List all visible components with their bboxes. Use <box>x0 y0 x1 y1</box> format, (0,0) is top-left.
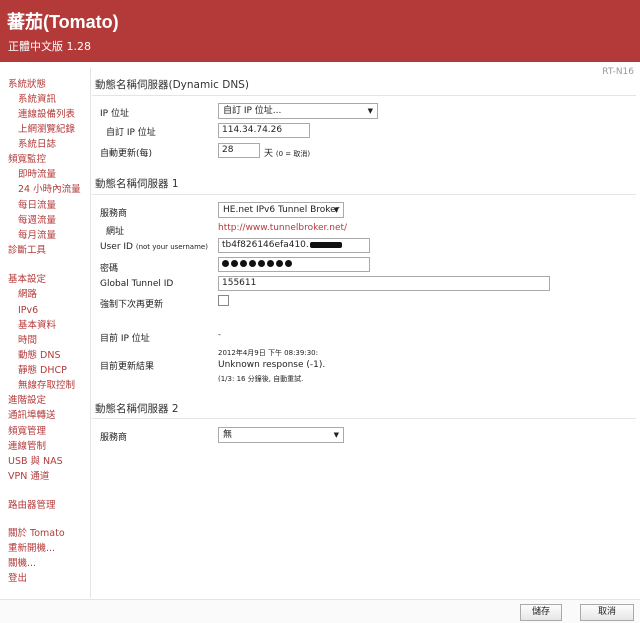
sidebar-item-wireless-filter[interactable]: 無線存取控制 <box>18 379 75 392</box>
sidebar-item-access-restriction[interactable]: 連線管制 <box>8 440 46 453</box>
sidebar-item-static-dhcp[interactable]: 靜態 DHCP <box>18 364 67 377</box>
server1-section-title: 動態名稱伺服器 1 <box>95 178 179 190</box>
sidebar-item-vpn[interactable]: VPN 通道 <box>8 470 49 483</box>
section-divider <box>92 418 636 419</box>
password-label: 密碼 <box>100 264 119 274</box>
last-result-label: 目前更新結果 <box>100 362 155 372</box>
user-id-hint: (not your username) <box>135 243 208 251</box>
auto-update-unit: 天 (0 = 取消) <box>264 146 310 159</box>
ddns-section-title: 動態名稱伺服器(Dynamic DNS) <box>95 79 249 91</box>
password-dot <box>285 260 292 267</box>
ip-address-label: IP 位址 <box>100 109 129 119</box>
password-dot <box>222 260 229 267</box>
provider2-select-value: 無 <box>223 430 233 440</box>
last-result-message: Unknown response (-1). <box>218 360 326 370</box>
force-update-checkbox[interactable] <box>218 295 229 306</box>
user-id-input[interactable]: tb4f826146efa410. <box>218 238 370 253</box>
save-button[interactable]: 儲存 <box>520 604 562 621</box>
app-version: 正體中文版 1.28 <box>8 40 91 53</box>
footer: 儲存 取消 <box>0 599 640 623</box>
force-update-label: 強制下次再更新 <box>100 300 164 310</box>
provider-select[interactable]: HE.net IPv6 Tunnel Broker ▼ <box>218 202 344 218</box>
sidebar-item-ddns[interactable]: 動態 DNS <box>18 349 60 362</box>
chevron-down-icon: ▼ <box>367 107 373 115</box>
sidebar-item-qos[interactable]: 頻寬管理 <box>8 425 46 438</box>
current-ip-value: - <box>218 330 221 339</box>
sidebar-item-web-history[interactable]: 上網瀏覽紀錄 <box>18 123 75 136</box>
sidebar-item-admin[interactable]: 路由器管理 <box>8 499 56 512</box>
server2-section-title: 動態名稱伺服器 2 <box>95 403 179 415</box>
ip-address-select-value: 自訂 IP 位址... <box>223 106 282 116</box>
auto-update-unit-text: 天 <box>264 149 274 159</box>
custom-ip-input[interactable]: 114.34.74.26 <box>218 123 310 138</box>
sidebar-item-about[interactable]: 關於 Tomato <box>8 527 65 540</box>
sidebar-item-usb-nas[interactable]: USB 與 NAS <box>8 455 63 468</box>
sidebar-item-device-list[interactable]: 連線設備列表 <box>18 108 75 121</box>
auto-update-input[interactable]: 28 <box>218 143 260 158</box>
sidebar-item-weekly[interactable]: 每週流量 <box>18 214 56 227</box>
header: 蕃茄(Tomato) 正體中文版 1.28 <box>0 0 640 62</box>
sidebar-item-logout[interactable]: 登出 <box>8 572 27 585</box>
password-dot <box>276 260 283 267</box>
provider-url-link[interactable]: http://www.tunnelbroker.net/ <box>218 223 347 233</box>
sidebar-item-daily[interactable]: 每日流量 <box>18 199 56 212</box>
password-dot <box>249 260 256 267</box>
provider-label: 服務商 <box>100 209 128 219</box>
auto-update-hint: (0 = 取消) <box>275 150 311 158</box>
custom-ip-label: 自訂 IP 位址 <box>106 128 156 138</box>
sidebar-item-bandwidth[interactable]: 頻寬監控 <box>8 153 46 166</box>
sidebar-item-reboot[interactable]: 重新開機... <box>8 542 55 555</box>
sidebar-item-tools[interactable]: 診斷工具 <box>8 244 46 257</box>
tunnel-id-input[interactable]: 155611 <box>218 276 550 291</box>
sidebar-item-system-log[interactable]: 系統日誌 <box>18 138 56 151</box>
sidebar-item-realtime[interactable]: 即時流量 <box>18 168 56 181</box>
provider-select-value: HE.net IPv6 Tunnel Broker <box>223 205 340 215</box>
section-divider <box>92 194 636 195</box>
user-id-value: tb4f826146efa410. <box>222 240 309 250</box>
sidebar-item-system-info[interactable]: 系統資訊 <box>18 93 56 106</box>
user-id-label-text: User ID <box>100 242 133 252</box>
app-title: 蕃茄(Tomato) <box>7 12 119 32</box>
chevron-down-icon: ▼ <box>333 206 339 214</box>
cancel-button[interactable]: 取消 <box>580 604 634 621</box>
sidebar-item-monthly[interactable]: 每月流量 <box>18 229 56 242</box>
sidebar-item-port-forwarding[interactable]: 通訊埠轉送 <box>8 409 56 422</box>
password-dot <box>231 260 238 267</box>
sidebar: 系統狀態 系統資訊 連線設備列表 上網瀏覽紀錄 系統日誌 頻寬監控 即時流量 2… <box>0 68 91 598</box>
ip-address-select[interactable]: 自訂 IP 位址... ▼ <box>218 103 378 119</box>
sidebar-item-24h[interactable]: 24 小時內流量 <box>18 183 81 196</box>
tunnel-id-label: Global Tunnel ID <box>100 279 174 289</box>
last-result-note: (1/3: 16 分鐘後, 自動重試. <box>218 375 304 383</box>
password-dot <box>240 260 247 267</box>
chevron-down-icon: ▼ <box>333 431 339 439</box>
url-label: 網址 <box>106 227 125 237</box>
sidebar-item-ipv6[interactable]: IPv6 <box>18 304 38 317</box>
password-dot <box>258 260 265 267</box>
sidebar-item-shutdown[interactable]: 關機... <box>8 557 36 570</box>
current-ip-label: 目前 IP 位址 <box>100 334 150 344</box>
sidebar-item-advanced[interactable]: 進階設定 <box>8 394 46 407</box>
sidebar-item-network[interactable]: 網路 <box>18 288 37 301</box>
provider2-select[interactable]: 無 ▼ <box>218 427 344 443</box>
last-result-time: 2012年4月9日 下午 08:39:30: <box>218 349 318 357</box>
sidebar-item-identification[interactable]: 基本資料 <box>18 319 56 332</box>
password-dot <box>267 260 274 267</box>
sidebar-item-status[interactable]: 系統狀態 <box>8 78 46 91</box>
auto-update-label: 自動更新(每) <box>100 149 153 159</box>
provider2-label: 服務商 <box>100 433 128 443</box>
section-divider <box>92 95 636 96</box>
password-input[interactable] <box>218 257 370 272</box>
redaction-mark <box>309 241 342 248</box>
router-model: RT-N16 <box>602 67 634 77</box>
sidebar-item-time[interactable]: 時間 <box>18 334 37 347</box>
sidebar-item-basic[interactable]: 基本設定 <box>8 273 46 286</box>
user-id-label: User ID (not your username) <box>100 242 208 252</box>
